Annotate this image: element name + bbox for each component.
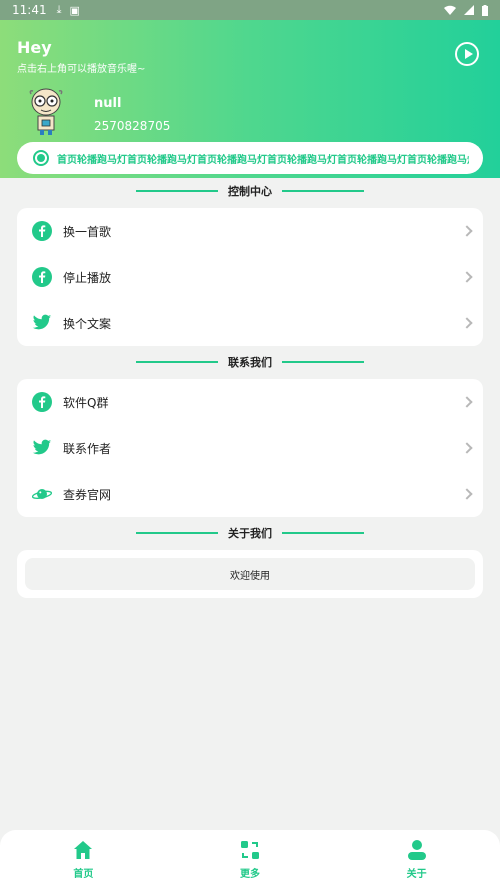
home-icon — [74, 840, 93, 859]
contact-card: 软件Q群 联系作者 查券官网 — [17, 379, 483, 517]
user-id: 2570828705 — [94, 119, 171, 133]
menu-item-coupon-site[interactable]: 查券官网 — [17, 471, 483, 517]
chevron-right-icon — [461, 317, 473, 329]
chevron-right-icon — [461, 396, 473, 408]
divider — [282, 532, 364, 534]
menu-item-stop[interactable]: 停止播放 — [17, 254, 483, 300]
marquee-banner: 首页轮播跑马灯首页轮播跑马灯首页轮播跑马灯首页轮播跑马灯首页轮播跑马灯首页轮播跑… — [17, 142, 483, 174]
user-name: null — [94, 96, 122, 111]
planet-icon — [32, 489, 52, 499]
menu-item-qq-group[interactable]: 软件Q群 — [17, 379, 483, 425]
notification-icon: ▣ — [69, 3, 80, 17]
tab-more[interactable]: 更多 — [200, 839, 300, 880]
menu-item-label: 联系作者 — [63, 441, 112, 456]
menu-item-label: 停止播放 — [63, 270, 112, 285]
facebook-icon — [32, 221, 52, 241]
radio-icon — [33, 150, 49, 166]
facebook-icon — [32, 267, 52, 287]
section-label: 联系我们 — [228, 356, 272, 369]
more-icon — [240, 840, 259, 859]
menu-item-contact-author[interactable]: 联系作者 — [17, 425, 483, 471]
marquee-text: 首页轮播跑马灯首页轮播跑马灯首页轮播跑马灯首页轮播跑马灯首页轮播跑马灯首页轮播跑… — [57, 154, 469, 166]
status-time: 11:41 — [12, 3, 47, 17]
status-bar: 11:41 ⤓ ▣ — [0, 0, 500, 20]
chevron-right-icon — [461, 488, 473, 500]
divider — [282, 190, 364, 192]
menu-item-label: 换个文案 — [63, 316, 112, 331]
section-title-contact: 联系我们 — [0, 353, 500, 371]
section-title-about: 关于我们 — [0, 524, 500, 542]
menu-item-label: 换一首歌 — [63, 224, 112, 239]
section-label: 关于我们 — [228, 527, 272, 540]
divider — [282, 361, 364, 363]
section-title-control: 控制中心 — [0, 182, 500, 200]
chevron-right-icon — [461, 442, 473, 454]
user-icon — [407, 839, 426, 860]
tab-about[interactable]: 关于 — [367, 839, 467, 880]
tab-label: 关于 — [406, 868, 427, 880]
divider — [136, 532, 218, 534]
battery-icon — [482, 4, 488, 16]
control-card: 换一首歌 停止播放 换个文案 — [17, 208, 483, 346]
welcome-button[interactable]: 欢迎使用 — [25, 558, 475, 590]
wifi-icon — [444, 5, 456, 15]
twitter-icon — [32, 439, 52, 455]
tab-home[interactable]: 首页 — [33, 839, 133, 880]
greeting-subtitle: 点击右上角可以播放音乐喔~ — [17, 64, 146, 75]
divider — [136, 190, 218, 192]
chevron-right-icon — [461, 271, 473, 283]
twitter-icon — [32, 314, 52, 330]
menu-item-change-text[interactable]: 换个文案 — [17, 300, 483, 346]
bottom-tab-bar: 首页 更多 关于 — [0, 830, 500, 888]
avatar — [29, 88, 63, 135]
play-music-button[interactable] — [455, 42, 479, 66]
download-icon: ⤓ — [56, 3, 62, 16]
signal-icon — [464, 5, 474, 15]
chevron-right-icon — [461, 225, 473, 237]
about-card: 欢迎使用 — [17, 550, 483, 598]
tab-label: 更多 — [239, 868, 260, 880]
menu-item-label: 查券官网 — [63, 487, 112, 502]
tab-label: 首页 — [73, 868, 94, 880]
section-label: 控制中心 — [228, 185, 272, 198]
facebook-icon — [32, 392, 52, 412]
greeting: Hey — [17, 38, 52, 57]
menu-item-next-song[interactable]: 换一首歌 — [17, 208, 483, 254]
divider — [136, 361, 218, 363]
menu-item-label: 软件Q群 — [63, 395, 109, 410]
